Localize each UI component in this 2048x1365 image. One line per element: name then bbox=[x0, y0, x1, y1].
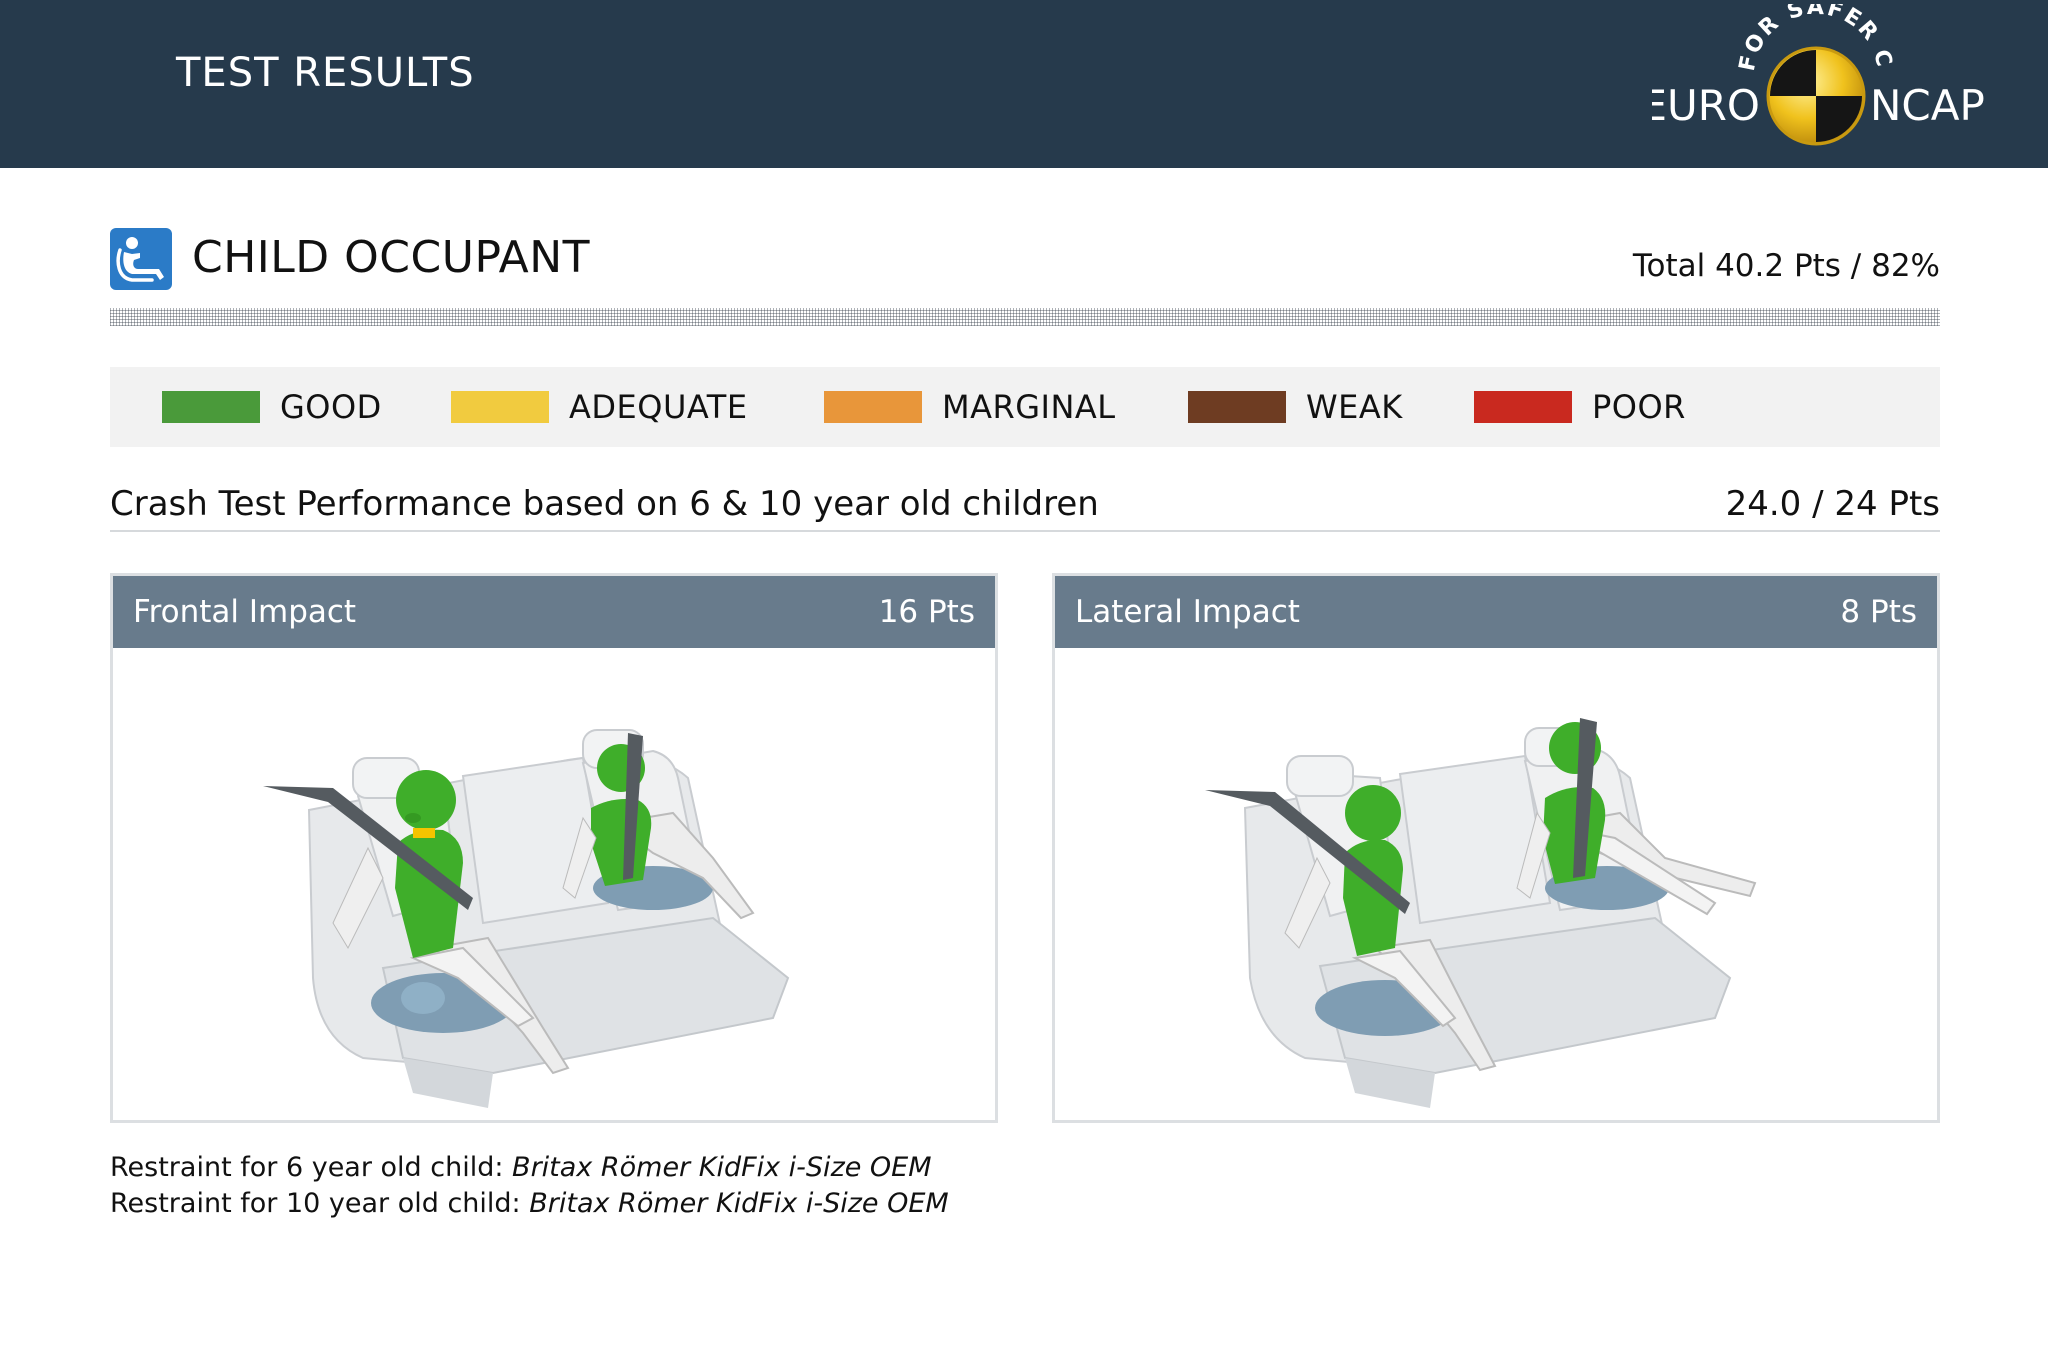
panel-header: Lateral Impact 8 Pts bbox=[1055, 576, 1937, 648]
legend-swatch bbox=[451, 391, 549, 423]
restraint-value: Britax Römer KidFix i-Size OEM bbox=[512, 1152, 932, 1183]
crash-target-icon bbox=[1766, 46, 1866, 146]
svg-text:FOR SAFER CARS: FOR SAFER CARS bbox=[1652, 4, 1897, 73]
legend-item-adequate: ADEQUATE bbox=[451, 387, 748, 427]
legend-swatch bbox=[162, 391, 260, 423]
legend-label: WEAK bbox=[1306, 388, 1403, 426]
dotted-divider bbox=[110, 308, 1940, 326]
legend-item-poor: POOR bbox=[1474, 387, 1686, 427]
crash-test-label: Crash Test Performance based on 6 & 10 y… bbox=[110, 484, 1099, 524]
page-title: TEST RESULTS bbox=[176, 50, 475, 96]
legend-label: MARGINAL bbox=[942, 388, 1116, 426]
lateral-impact-panel: Lateral Impact 8 Pts bbox=[1052, 573, 1940, 1123]
legend-swatch bbox=[1474, 391, 1572, 423]
legend-swatch bbox=[824, 391, 922, 423]
legend-item-good: GOOD bbox=[162, 387, 382, 427]
crash-test-divider bbox=[110, 530, 1940, 532]
euro-ncap-logo: FOR SAFER CARS EURO NCAP bbox=[1652, 4, 1985, 146]
rating-legend: GOOD ADEQUATE MARGINAL WEAK POOR bbox=[110, 367, 1940, 447]
restraint-note-10yr: Restraint for 10 year old child: Britax … bbox=[110, 1188, 949, 1219]
legend-label: ADEQUATE bbox=[569, 388, 748, 426]
panel-points: 8 Pts bbox=[1840, 594, 1917, 630]
panel-points: 16 Pts bbox=[878, 594, 975, 630]
logo-word-ncap: NCAP bbox=[1870, 81, 1985, 130]
panel-header: Frontal Impact 16 Pts bbox=[113, 576, 995, 648]
logo-word-euro: EURO bbox=[1652, 81, 1760, 130]
section-total-score: Total 40.2 Pts / 82% bbox=[1632, 248, 1940, 284]
legend-label: POOR bbox=[1592, 388, 1686, 426]
header-bar: TEST RESULTS FOR SAFER CARS EURO NCA bbox=[0, 0, 2048, 168]
child-seat-icon bbox=[110, 228, 172, 290]
crash-test-score: 24.0 / 24 Pts bbox=[1725, 484, 1940, 524]
restraint-label: Restraint for 10 year old child: bbox=[110, 1188, 530, 1219]
lateral-impact-illustration bbox=[1205, 718, 1757, 1108]
frontal-impact-panel: Frontal Impact 16 Pts bbox=[110, 573, 998, 1123]
restraint-note-6yr: Restraint for 6 year old child: Britax R… bbox=[110, 1152, 932, 1183]
legend-item-weak: WEAK bbox=[1188, 387, 1403, 427]
legend-item-marginal: MARGINAL bbox=[824, 387, 1116, 427]
frontal-impact-illustration bbox=[263, 729, 790, 1108]
legend-swatch bbox=[1188, 391, 1286, 423]
section-title: CHILD OCCUPANT bbox=[192, 232, 591, 283]
page: TEST RESULTS FOR SAFER CARS EURO NCA bbox=[0, 0, 2048, 1365]
legend-label: GOOD bbox=[280, 388, 382, 426]
panel-title: Lateral Impact bbox=[1075, 594, 1300, 630]
restraint-label: Restraint for 6 year old child: bbox=[110, 1152, 513, 1183]
restraint-value: Britax Römer KidFix i-Size OEM bbox=[529, 1188, 949, 1219]
panel-title: Frontal Impact bbox=[133, 594, 357, 630]
